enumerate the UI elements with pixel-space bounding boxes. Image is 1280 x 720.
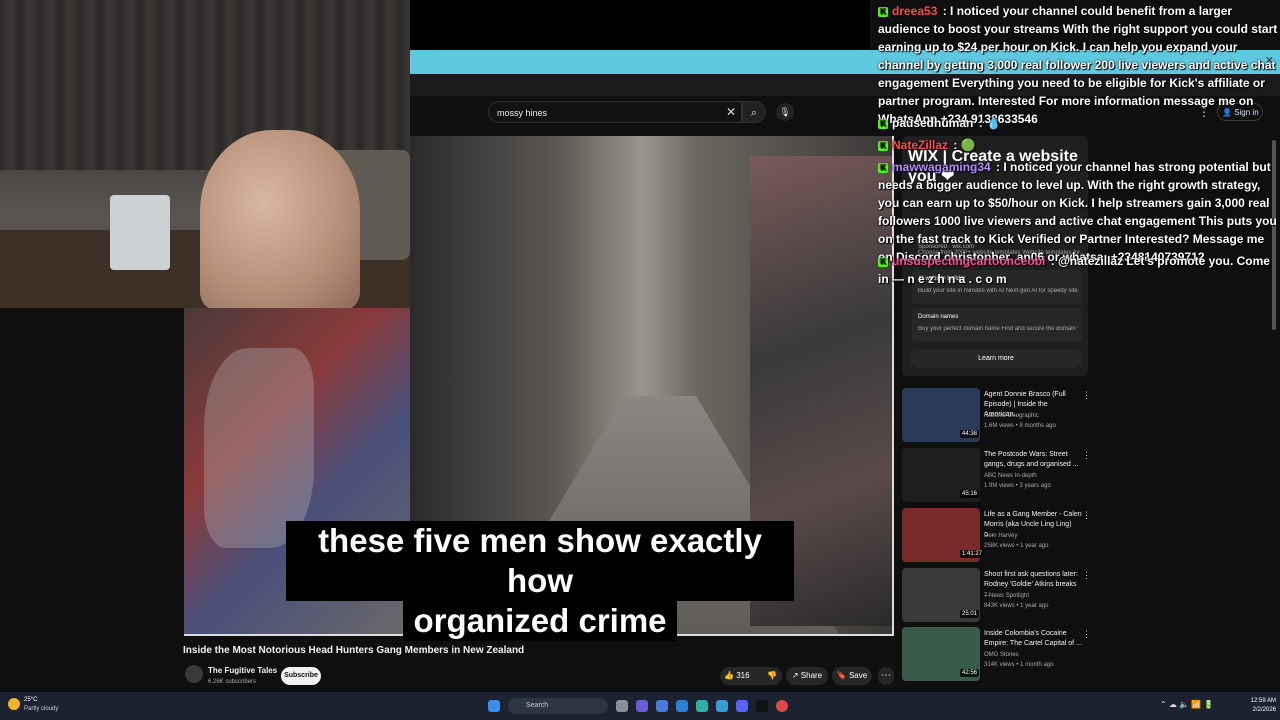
save-button[interactable]: 🔖 Save: [832, 667, 872, 685]
chat-message: Kpausedhuman : 💧: [878, 114, 1278, 132]
learn-more-button[interactable]: Learn more: [910, 350, 1082, 368]
recommendation-item[interactable]: 1:41:27 Life as a Gang Member - Calen Mo…: [902, 508, 1092, 566]
channel-avatar[interactable]: [185, 665, 203, 683]
taskbar-search[interactable]: Search: [508, 698, 608, 714]
rec-views: 1.6M views • 8 months ago: [984, 423, 1056, 429]
chat-text: 💧: [986, 116, 1001, 130]
store-icon[interactable]: [716, 700, 728, 712]
kick-badge-icon: K: [878, 118, 888, 129]
discord-icon[interactable]: [736, 700, 748, 712]
duration-badge: 45:16: [960, 490, 980, 498]
app-icon[interactable]: [636, 700, 648, 712]
recommendation-item[interactable]: 45:16 The Postcode Wars: Street gangs, d…: [902, 448, 1092, 506]
clock-time: 12:59 AM: [1250, 698, 1276, 704]
subscriber-count: 6.26K subscribers: [208, 679, 257, 685]
temperature: 25°C: [24, 697, 38, 703]
mic-icon[interactable]: 🎙: [776, 103, 794, 121]
more-icon[interactable]: ⋮: [1082, 390, 1091, 401]
rec-channel: 7 News Spotlight: [984, 593, 1030, 599]
duration-badge: 25:01: [960, 610, 980, 618]
ad-item-title: Domain names: [918, 314, 959, 320]
rec-title[interactable]: The Postcode Wars: Street gangs, drugs a…: [984, 450, 1082, 470]
tiktok-icon[interactable]: [756, 700, 768, 712]
more-icon[interactable]: ⋮: [1082, 629, 1091, 640]
kick-badge-icon: K: [878, 162, 888, 173]
recommendation-item[interactable]: 44:38 Agent Donnie Brasco (Full Episode)…: [902, 388, 1092, 446]
rec-views: 314K views • 1 month ago: [984, 662, 1054, 668]
app-icon[interactable]: [656, 700, 668, 712]
task-view-icon[interactable]: [616, 700, 628, 712]
more-actions-button[interactable]: ⋯: [878, 667, 894, 685]
rec-views: 843K views • 1 year ago: [984, 603, 1049, 609]
rec-channel: National Geographic: [984, 413, 1039, 419]
clock-date: 2/2/2026: [1252, 707, 1276, 713]
chat-text: I noticed your channel has strong potent…: [878, 160, 1277, 264]
recommendation-item[interactable]: 25:01 Shoot first ask questions later: R…: [902, 568, 1092, 626]
more-icon[interactable]: ⋮: [1082, 570, 1091, 581]
clear-icon[interactable]: ✕: [724, 104, 738, 120]
share-label: Share: [800, 671, 823, 680]
channel-name[interactable]: The Fugitive Tales: [208, 666, 277, 675]
like-dislike-group: 👍 316 👎: [720, 667, 782, 685]
weather-icon: [8, 698, 20, 710]
graffiti: [204, 348, 314, 548]
ad-item[interactable]: Domain names Buy your perfect domain nam…: [912, 308, 1082, 342]
like-button[interactable]: 👍 316: [724, 667, 760, 685]
rec-views: 1.9M views • 3 years ago: [984, 483, 1051, 489]
top-black-area: [410, 0, 870, 50]
video-caption: these five men show exactly how organize…: [286, 521, 794, 641]
caption-line-1: these five men show exactly how: [286, 521, 794, 601]
search-input[interactable]: mossy hines: [488, 101, 742, 123]
search-button[interactable]: ⌕: [742, 101, 766, 123]
heater: [110, 195, 170, 270]
chrome-icon[interactable]: [776, 700, 788, 712]
subscribe-button[interactable]: Subscribe: [281, 667, 321, 685]
system-tray[interactable]: ⌃ ☁ 🔈 📶 🔋: [1160, 700, 1224, 712]
edge-icon[interactable]: [696, 700, 708, 712]
chat-text: 🟢: [960, 138, 976, 152]
kick-badge-icon: K: [878, 256, 888, 267]
video-title: Inside the Most Notorious Head Hunters G…: [183, 645, 525, 656]
streamer: [200, 130, 360, 308]
caption-line-2: organized crime: [403, 601, 677, 641]
windows-start-icon[interactable]: [488, 700, 500, 712]
duration-badge: 1:41:27: [960, 550, 985, 558]
chat-username: pausedhuman: [892, 116, 974, 130]
save-label: Save: [848, 671, 868, 680]
share-button[interactable]: ↗ Share: [786, 667, 828, 685]
chat-username: NateZillaz: [892, 138, 949, 152]
ad-item-desc: Buy your perfect domain name Find and se…: [918, 326, 1078, 332]
curtain: [0, 0, 410, 170]
like-count: 316: [736, 671, 750, 680]
rec-channel: Dom Harvey: [984, 533, 1018, 539]
recommendation-item[interactable]: 42:56 Inside Colombia's Cocaine Empire: …: [902, 627, 1092, 685]
rec-title[interactable]: Inside Colombia's Cocaine Empire: The Ca…: [984, 629, 1082, 649]
chat-message: Kmawwagaming34 : I noticed your channel …: [878, 160, 1277, 264]
more-icon[interactable]: ⋮: [1082, 450, 1091, 461]
kick-badge-icon: K: [878, 140, 888, 151]
chat-username: unsuspectingcartoonceobi: [892, 254, 1046, 268]
chat-message: Kdreea53 : I noticed your channel could …: [878, 4, 1278, 126]
weather-desc: Partly cloudy: [24, 706, 59, 712]
rec-views: 258K views • 1 year ago: [984, 543, 1049, 549]
chat-overlay: Kdreea53 : I noticed your channel could …: [878, 0, 1278, 290]
mail-icon[interactable]: [676, 700, 688, 712]
chat-username: mawwagaming34: [892, 160, 991, 174]
dislike-icon[interactable]: 👎: [762, 667, 782, 685]
kick-badge-icon: K: [878, 6, 888, 17]
more-icon[interactable]: ⋮: [1082, 510, 1091, 521]
clock[interactable]: 12:59 AM 2/2/2026: [1232, 697, 1276, 715]
duration-badge: 44:38: [960, 430, 980, 438]
chat-text: I noticed your channel could benefit fro…: [878, 4, 1278, 126]
chat-username: dreea53: [892, 4, 938, 18]
rec-channel: OMG Stories: [984, 652, 1019, 658]
webcam-feed: [0, 0, 410, 308]
chat-message: Kunsuspectingcartoonceobi : @natezillaz …: [878, 254, 1270, 286]
chat-message: K NateZillaz : 🟢: [878, 136, 1278, 154]
rec-channel: ABC News In-depth: [984, 473, 1037, 479]
weather-widget[interactable]: 25°C Partly cloudy: [8, 696, 68, 718]
duration-badge: 42:56: [960, 669, 980, 677]
